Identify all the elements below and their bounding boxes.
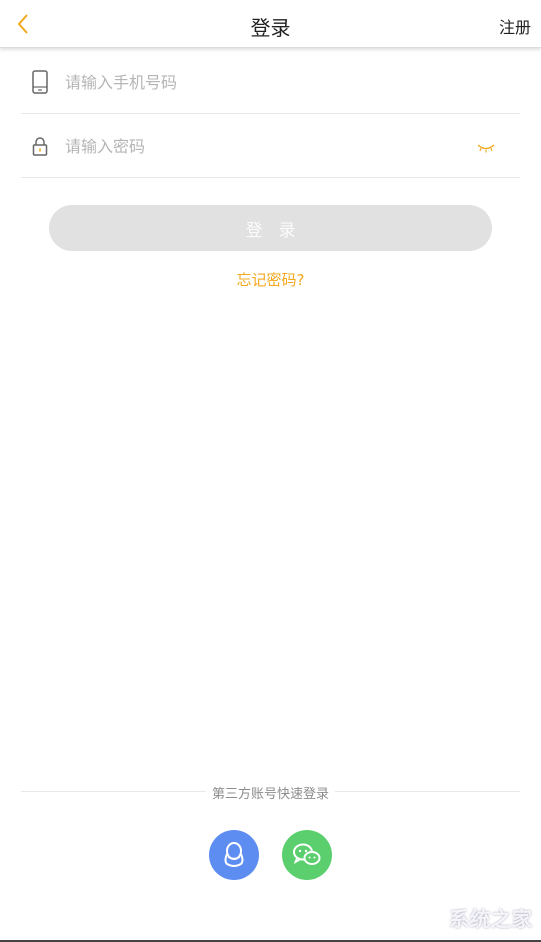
phone-input[interactable] bbox=[65, 68, 465, 96]
top-nav-bar: 登录 注册 bbox=[0, 0, 541, 48]
forgot-password-link[interactable]: 忘记密码? bbox=[0, 269, 541, 290]
third-party-login-label: 第三方账号快速登录 bbox=[0, 783, 541, 802]
lock-icon bbox=[30, 134, 50, 158]
phone-field bbox=[21, 50, 520, 114]
phone-icon bbox=[30, 70, 50, 94]
page-title: 登录 bbox=[250, 16, 291, 40]
password-input[interactable] bbox=[65, 132, 465, 160]
qq-icon bbox=[224, 842, 244, 867]
wechat-login-button[interactable] bbox=[282, 830, 332, 880]
login-button[interactable]: 登录 bbox=[49, 205, 492, 251]
eye-closed-icon[interactable] bbox=[476, 140, 496, 154]
wechat-icon bbox=[293, 843, 321, 865]
password-field bbox=[21, 114, 520, 178]
watermark-logo: 系统之家 bbox=[449, 907, 533, 931]
register-button[interactable]: 注册 bbox=[499, 14, 531, 38]
third-party-login-text: 第三方账号快速登录 bbox=[205, 787, 335, 802]
qq-login-button[interactable] bbox=[209, 830, 259, 880]
